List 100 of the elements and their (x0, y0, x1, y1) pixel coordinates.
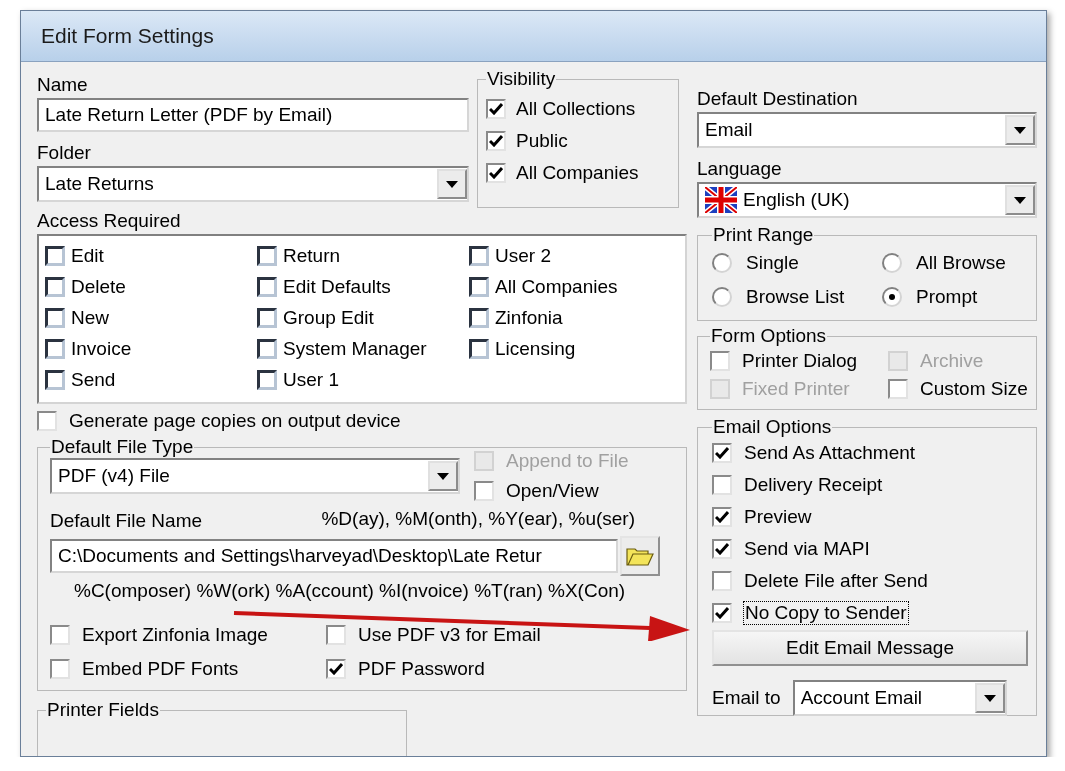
text-field[interactable]: C:\Documents and Settings\harveyad\Desktop\Late Retur (50, 539, 618, 573)
group-title: Printer Fields (46, 699, 160, 721)
group-title: Default File Type (50, 436, 195, 458)
folder-icon (626, 546, 654, 566)
dropdown[interactable]: English (UK) (697, 182, 1037, 218)
dropdown-arrow-icon (983, 694, 996, 702)
checkbox[interactable] (712, 475, 732, 495)
checkbox[interactable] (712, 507, 732, 527)
checkbox[interactable] (712, 571, 732, 591)
checkbox[interactable] (326, 659, 346, 679)
radio-button[interactable] (712, 287, 732, 307)
checkbox[interactable] (257, 276, 277, 297)
checkbox[interactable] (486, 131, 506, 151)
check-mark-icon (489, 135, 503, 147)
checkbox[interactable] (45, 369, 65, 390)
radio-label: Single (746, 251, 799, 275)
checkbox[interactable] (257, 307, 277, 328)
window-title: Edit Form Settings (41, 24, 214, 48)
check-mark-icon (329, 663, 343, 675)
check-mark-icon (489, 167, 503, 179)
dropdown-arrow-icon (1014, 126, 1026, 134)
field-label: Access Required (37, 209, 182, 233)
dropdown-arrow-icon (1014, 196, 1026, 204)
checkbox[interactable] (486, 99, 506, 119)
dropdown[interactable]: Email (697, 112, 1037, 148)
edit-email-message-button[interactable]: Edit Email Message (712, 630, 1028, 666)
checkbox[interactable] (45, 276, 65, 297)
checkbox-label: Send As Attachment (744, 441, 916, 465)
dropdown[interactable]: Account Email (792, 680, 1007, 716)
checkbox[interactable] (469, 338, 489, 359)
checkbox[interactable] (469, 276, 489, 297)
checkbox-label: Delivery Receipt (744, 473, 883, 497)
checkbox[interactable] (712, 603, 732, 623)
checkbox-label: Archive (920, 349, 984, 373)
checkbox-label: Open/View (506, 479, 599, 503)
checkbox[interactable] (712, 443, 732, 463)
checkbox[interactable] (469, 245, 489, 266)
checkbox-label: Invoice (71, 336, 132, 361)
checkbox[interactable] (50, 625, 70, 645)
checkbox-label: New (71, 305, 109, 330)
radio-button[interactable] (882, 287, 902, 307)
dropdown-arrow-icon (446, 180, 458, 188)
radio-label: All Browse (916, 251, 1006, 275)
check-mark-icon (715, 543, 729, 555)
checkbox[interactable] (710, 351, 730, 371)
field-label: Folder (37, 141, 92, 165)
checkbox-label: Use PDF v3 for Email (358, 623, 541, 647)
check-mark-icon (715, 447, 729, 459)
checkbox-label: Zinfonia (495, 305, 563, 330)
checkbox-label: Send via MAPI (744, 537, 870, 561)
checkbox[interactable] (474, 481, 494, 501)
checkbox[interactable] (37, 411, 57, 431)
dropdown[interactable]: Late Returns (37, 166, 469, 202)
checkbox[interactable] (45, 245, 65, 266)
checkbox[interactable] (257, 338, 277, 359)
checkbox[interactable] (486, 163, 506, 183)
checkbox[interactable] (257, 245, 277, 266)
check-mark-icon (715, 607, 729, 619)
checkbox-label: Edit Defaults (283, 274, 391, 299)
checkbox-label: User 2 (495, 243, 551, 268)
checkbox[interactable] (50, 659, 70, 679)
flag-icon (705, 187, 737, 213)
checkbox[interactable] (45, 307, 65, 328)
field-label: Name (37, 73, 89, 97)
checkbox[interactable] (45, 338, 65, 359)
checkbox[interactable] (257, 369, 277, 390)
checkbox-label: Export Zinfonia Image (82, 623, 268, 647)
radio-label: Browse List (746, 285, 845, 309)
checkbox-label: Return (283, 243, 341, 268)
group-title: Form Options (710, 325, 828, 347)
radio-button[interactable] (712, 253, 732, 273)
dropdown[interactable]: PDF (v4) File (50, 458, 460, 494)
checkbox-label: Public (516, 129, 568, 153)
checkbox-label: Delete (71, 274, 126, 299)
checkbox-label: Group Edit (283, 305, 374, 330)
group-title: Print Range (712, 224, 815, 246)
checkbox-label: Licensing (495, 336, 576, 361)
radio-label: Prompt (916, 285, 978, 309)
checkbox[interactable] (469, 307, 489, 328)
radio-button[interactable] (882, 253, 902, 273)
checkbox-label: Append to File (506, 449, 629, 473)
token-hint: %D(ay), %M(onth), %Y(ear), %u(ser) (321, 508, 635, 530)
checkbox-label: All Companies (516, 161, 639, 185)
dropdown-arrow-icon (437, 472, 449, 480)
field-label: Email to (712, 686, 781, 710)
field-label: Default File Name (50, 509, 203, 533)
field-label: Language (697, 157, 783, 181)
checkbox[interactable] (326, 625, 346, 645)
checkbox-label: Edit (71, 243, 104, 268)
check-mark-icon (715, 511, 729, 523)
text-field[interactable]: Late Return Letter (PDF by Email) (37, 98, 469, 132)
checkbox-label: Custom Size (920, 377, 1028, 401)
checkbox-label: Embed PDF Fonts (82, 657, 239, 681)
checkbox[interactable] (888, 379, 908, 399)
group-title: Email Options (712, 416, 833, 438)
checkbox-label: All Companies (495, 274, 618, 299)
checkbox-label: User 1 (283, 367, 339, 392)
browse-button[interactable] (620, 536, 660, 576)
checkbox[interactable] (712, 539, 732, 559)
checkbox-label: No Copy to Sender (744, 602, 908, 624)
